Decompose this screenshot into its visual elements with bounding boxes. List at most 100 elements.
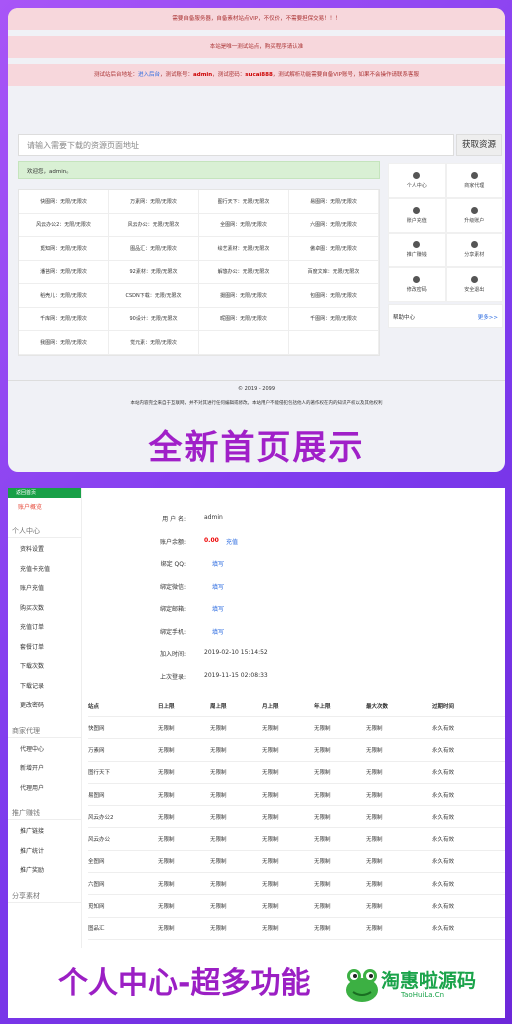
table-cell: 图行天下 [88,770,111,777]
nav-item[interactable]: 推广奖励 [8,859,81,879]
alert-text: 本站是唯一测试站点，购买程序请认准 [209,44,304,50]
fill-in-link[interactable]: 填写 [212,582,224,591]
quick-menu-item[interactable]: 安全退出 [445,267,503,302]
quick-menu-item[interactable]: 修改密码 [388,267,446,302]
quick-menu-item[interactable]: 推广赚钱 [388,232,446,268]
user-icon [413,171,421,179]
nav-item[interactable]: 代理中心 [8,738,81,758]
table-cell: 无限制 [314,792,331,799]
table-cell: 无限制 [366,859,383,866]
resource-url-input[interactable]: 请输入需要下载的资源页面地址 [18,134,454,156]
table-cell: 六图网 [88,881,105,888]
quick-menu-item[interactable]: 分享素材 [445,232,503,268]
nav-item[interactable]: 账户充值 [8,577,81,597]
site-quota-cell: 万素网：无限/无限次 [109,190,199,214]
quick-menu-item[interactable]: 个人中心 [388,163,446,198]
nav-item[interactable]: 下载次数 [8,655,81,675]
recharge-link[interactable]: 充值 [226,537,238,546]
nav-item[interactable]: 套餐订单 [8,636,81,656]
table-cell: 无限制 [262,792,279,799]
back-home-link[interactable]: 返回首页 [8,488,81,498]
info-value: admin [204,514,223,521]
alert-server-notice: 需要自备服务器，自备素材站点VIP，不仅价，不需要担保交易！！！ [8,8,505,30]
table-cell: 无限制 [366,926,383,933]
nav-item[interactable]: 推广统计 [8,840,81,860]
table-cell: 觅知网 [88,904,105,911]
quick-menu-item[interactable]: 升级账户 [445,197,503,233]
nav-item[interactable]: 新增开户 [8,757,81,777]
quick-menu-label: 商家代理 [464,182,485,189]
info-label: 账户余额: [159,538,186,546]
table-header-cell: 站点 [88,703,100,710]
lock-icon [413,276,421,284]
table-cell: 无限制 [158,837,175,844]
site-quota-cell: 我图网：无限/无限次 [19,331,109,355]
admin-link[interactable]: 进入后台 [138,72,160,78]
table-cell: 全图网 [88,859,105,866]
nav-item[interactable]: 资料设置 [8,538,81,558]
table-cell: 快图网 [88,725,105,732]
site-quota-cell: 稻壳儿：无限/无限次 [19,284,109,308]
table-cell: 无限制 [366,747,383,754]
fill-in-link[interactable]: 填写 [212,559,224,568]
table-cell: 无限制 [314,814,331,821]
table-cell: 无限制 [158,725,175,732]
nav-item[interactable]: 充值订单 [8,616,81,636]
site-quota-cell: 摄图网：无限/无限次 [199,284,289,308]
chart-icon [413,241,421,249]
table-header-cell: 周上限 [210,703,227,710]
table-cell: 无限制 [366,725,383,732]
table-row: 易图网 无限制 无限制 无限制 无限制 无限制 永久有效 [88,784,505,807]
table-cell: 永久有效 [432,814,455,821]
site-quota-cell: 潘苔网：无限/无限次 [19,260,109,284]
table-row: 觅知网 无限制 无限制 无限制 无限制 无限制 永久有效 [88,895,505,918]
quick-menu-label: 账户充值 [406,217,427,224]
table-row: 图品汇 无限制 无限制 无限制 无限制 无限制 永久有效 [88,918,505,940]
site-quota-cell: 90设计：无限/无限次 [109,307,199,331]
table-cell: 无限制 [210,814,227,821]
site-quota-cell: 图品汇：无限/无限次 [109,237,199,261]
table-cell: 风云办公 [88,837,111,844]
table-cell: 无限制 [366,770,383,777]
logo-subtext: TaoHuiLa.Cn [401,991,445,999]
site-quota-cell: 觅知网：无限/无限次 [19,237,109,261]
table-cell: 无限制 [262,770,279,777]
table-cell: 永久有效 [432,881,455,888]
table-cell: 无限制 [366,904,383,911]
get-resource-button[interactable]: 获取资源 [456,134,502,156]
info-value: 0.00 [204,536,219,544]
nav-item[interactable]: 充值卡充值 [8,558,81,578]
test-username: admin [193,72,213,78]
fill-in-link[interactable]: 填写 [212,627,224,636]
nav-group-heading: 推广赚钱 [8,796,81,820]
table-header-cell: 最大次数 [366,703,389,710]
quick-menu-item[interactable]: 账户充值 [388,197,446,233]
nav-item[interactable]: 代理用户 [8,777,81,797]
alert-official-notice: 本站是唯一测试站点，购买程序请认准 [8,36,505,58]
quick-menu-label: 升级账户 [464,217,485,224]
welcome-message: 欢迎您，admin。 [18,161,380,179]
table-cell: 无限制 [210,904,227,911]
table-cell: 无限制 [210,747,227,754]
info-label: 绑定邮箱: [159,606,186,613]
quick-menu-item[interactable]: 商家代理 [445,163,503,198]
alert-test-account: 测试站后台地址：进入后台，测试账号：admin，测试密码：sucai888，测试… [8,64,505,86]
fill-in-link[interactable]: 填写 [212,604,224,613]
nav-account-overview[interactable]: 账户概览 [8,498,81,514]
info-label: 绑定手机: [159,628,186,636]
site-quota-cell: 解悠办公：无限/无限次 [199,260,289,284]
nav-item[interactable]: 更改密码 [8,694,81,714]
nav-item[interactable]: 购买次数 [8,597,81,617]
table-cell: 永久有效 [432,747,455,754]
site-quota-cell: 风云办公：无限/无限次 [109,213,199,237]
table-cell: 无限制 [158,926,175,933]
nav-item[interactable]: 下载记录 [8,675,81,695]
site-quota-cell: 六图网：无限/无限次 [289,213,379,237]
footer-notice: 本站内容完全来自于互联网，并不对其进行任何编辑或修改。本站用户不能侵犯包括他人的… [130,401,383,406]
table-cell: 无限制 [158,792,175,799]
info-value: 2019-11-15 02:08:33 [204,671,268,679]
table-cell: 永久有效 [432,837,455,844]
help-more-link[interactable]: 更多>> [478,313,498,321]
site-quota-cell: 百度文库：无限/无限次 [289,260,379,284]
nav-item[interactable]: 推广链接 [8,820,81,840]
